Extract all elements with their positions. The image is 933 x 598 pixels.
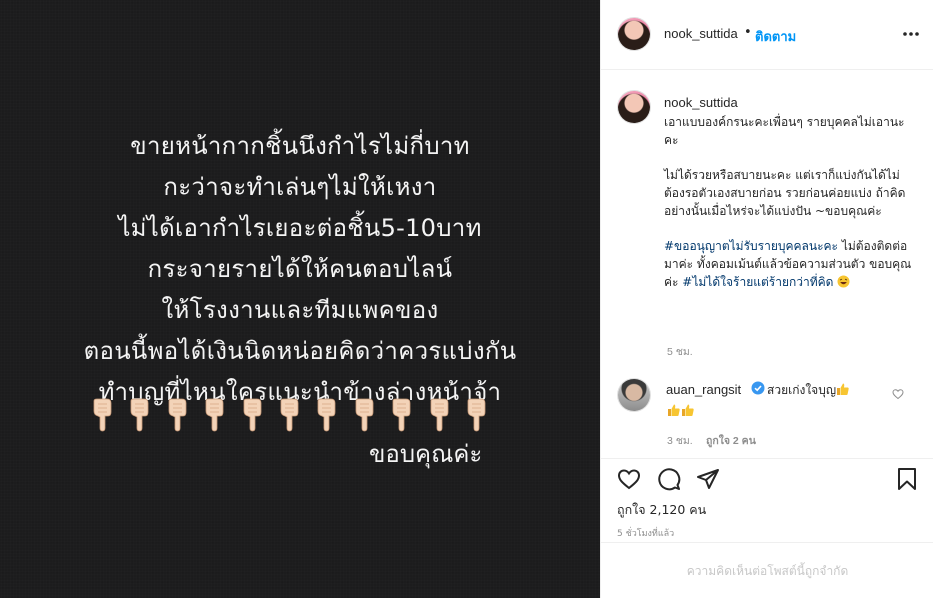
laughing-emoji	[837, 275, 850, 288]
pointing-down-emoji	[280, 398, 299, 432]
post-text-line: กระจายรายได้ให้คนตอบไลน์	[147, 255, 453, 283]
caption-text: เอาแบบองค์กรนะคะเพื่อนๆ รายบุคคลไม่เอานะ…	[664, 113, 916, 308]
pointing-down-emoji	[392, 398, 411, 432]
hashtag-link[interactable]: #ขออนุญาตไม่รับรายบุคคลนะคะ	[664, 239, 838, 253]
post-side-panel: nook_suttida • ติดตาม nook_suttida เอาแบ…	[600, 0, 933, 598]
comments-limited-notice: ความคิดเห็นต่อโพสต์นี้ถูกจำกัด	[601, 542, 933, 598]
caption-paragraph: #ขออนุญาตไม่รับรายบุคคลนะคะ ไม่ต้องติดต่…	[664, 237, 916, 291]
caption-paragraph: เอาแบบองค์กรนะคะเพื่อนๆ รายบุคคลไม่เอานะ…	[664, 115, 905, 147]
pointing-down-emoji	[467, 398, 486, 432]
heart-icon[interactable]	[617, 467, 641, 491]
header-username[interactable]: nook_suttida	[664, 26, 738, 41]
post-text-line: กะว่าจะทำเล่นๆไม่ให้เหงา	[163, 173, 437, 201]
post-image-text: ขายหน้ากากชิ้นนึงกำไรไม่กี่บาท กะว่าจะทำ…	[0, 126, 600, 413]
comments-section[interactable]: nook_suttida เอาแบบองค์กรนะคะเพื่อนๆ ราย…	[601, 70, 933, 458]
caption-paragraph: ไม่ได้รวยหรือสบายนะคะ แต่เราก็แบ่งกันได้…	[664, 166, 916, 220]
post-timestamp[interactable]: 5 ชั่วโมงที่แล้ว	[617, 526, 674, 540]
post-text-line: ไม่ได้เอากำไรเยอะต่อชิ้น5-10บาท	[118, 214, 482, 242]
post-text-line: ตอนนี้พอได้เงินนิดหน่อยคิดว่าควรแบ่งกัน	[83, 337, 517, 365]
caption-username[interactable]: nook_suttida	[664, 95, 738, 110]
caption-paragraph-text: ไม่ได้รวยหรือสบายนะคะ แต่เราก็แบ่งกันได้…	[664, 168, 906, 218]
post-header: nook_suttida • ติดตาม	[601, 0, 933, 70]
pointing-down-emoji	[168, 398, 187, 432]
bookmark-icon[interactable]	[895, 467, 919, 491]
likes-count[interactable]: ถูกใจ 2,120 คน	[617, 500, 706, 520]
follow-button[interactable]: ติดตาม	[755, 26, 796, 47]
avatar[interactable]	[618, 379, 650, 411]
instagram-post-view: ขายหน้ากากชิ้นนึงกำไรไม่กี่บาท กะว่าจะทำ…	[0, 0, 933, 598]
comment-time[interactable]: 3 ชม.	[667, 432, 693, 449]
pointing-down-emoji	[93, 398, 112, 432]
comment-text-emoji-line	[667, 400, 695, 419]
pointing-down-emoji	[243, 398, 261, 432]
thumbs-up-emoji	[668, 404, 680, 416]
pointing-down-emoji	[430, 398, 448, 432]
share-icon[interactable]	[696, 467, 720, 491]
post-image[interactable]: ขายหน้ากากชิ้นนึงกำไรไม่กี่บาท กะว่าจะทำ…	[0, 0, 600, 598]
hashtag-link[interactable]: #ไม่ได้ใจร้ายแต่ร้ายกว่าที่คิด	[682, 275, 833, 289]
post-closing-text: ขอบคุณค่ะ	[369, 440, 483, 468]
verified-badge-icon	[751, 381, 765, 395]
avatar[interactable]	[618, 91, 650, 123]
pointing-down-emoji	[205, 398, 224, 432]
comment-body: สวยเก่งใจบุญ	[767, 383, 837, 397]
thumbs-up-emoji	[837, 383, 849, 395]
comment-like-heart-icon[interactable]	[892, 388, 904, 400]
avatar[interactable]	[618, 18, 650, 50]
comment-icon[interactable]	[657, 467, 681, 491]
pointing-down-emoji	[317, 398, 336, 432]
thumbs-up-emoji	[682, 404, 694, 416]
pointing-down-emoji	[355, 398, 374, 432]
separator-dot: •	[744, 25, 752, 40]
comment-text: สวยเก่งใจบุญ	[767, 381, 850, 400]
post-text-line: ขายหน้ากากชิ้นนึงกำไรไม่กี่บาท	[130, 132, 470, 160]
post-text-line: ให้โรงงานและทีมแพคของ	[161, 296, 439, 324]
comment-likes[interactable]: ถูกใจ 2 คน	[706, 432, 756, 449]
caption-time[interactable]: 5 ชม.	[667, 343, 693, 360]
comment-username[interactable]: auan_rangsit	[666, 382, 741, 397]
pointing-down-emoji	[130, 398, 149, 432]
more-options-icon[interactable]	[901, 26, 921, 42]
post-actions: ถูกใจ 2,120 คน 5 ชั่วโมงที่แล้ว	[601, 458, 933, 542]
pointing-down-emoji-row	[90, 398, 490, 432]
